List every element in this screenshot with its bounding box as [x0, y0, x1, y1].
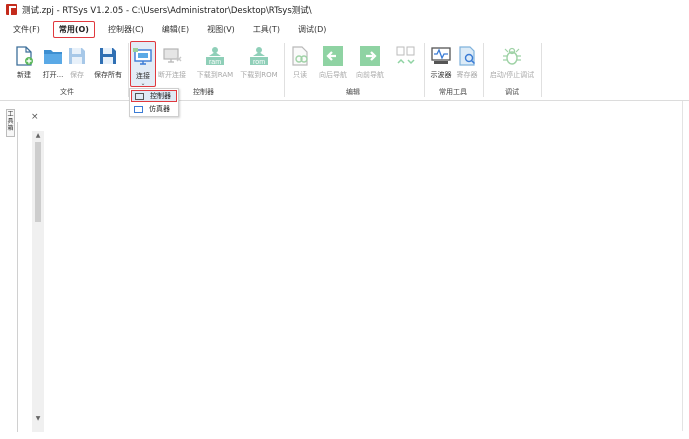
toolbox-tab[interactable]: 工具箱 — [6, 109, 15, 137]
start-stop-debug-button[interactable]: 启动/停止调试 — [486, 41, 538, 85]
app-logo-icon — [6, 4, 17, 15]
ribbon-toolbar: 新建 打开... 保存 保存所有 文件 连接 ⌄ 断开连接 ram 下载到RAM… — [0, 39, 689, 101]
oscilloscope-icon — [430, 45, 452, 67]
open-folder-icon — [42, 45, 64, 67]
group-separator — [483, 43, 484, 97]
register-button-label: 寄存器 — [456, 71, 478, 79]
undo-redo-icon — [395, 45, 417, 67]
connect-button[interactable]: 连接 ⌄ — [130, 41, 156, 87]
oscilloscope-button-label: 示波器 — [430, 71, 452, 79]
rom-icon-text: rom — [253, 59, 265, 66]
group-label-edit: 编辑 — [346, 88, 360, 96]
arrow-left-icon — [322, 45, 344, 67]
dropdown-item-controller-label: 控制器 — [150, 92, 171, 100]
title-bar: 测试.zpj - RTSys V1.2.05 - C:\Users\Admini… — [0, 0, 689, 19]
group-label-file: 文件 — [60, 88, 74, 96]
download-rom-button[interactable]: rom 下载到ROM — [238, 41, 280, 85]
connect-dropdown-menu: 控制器 仿真器 — [129, 88, 179, 117]
menu-tools[interactable]: 工具(T) — [248, 22, 285, 37]
save-all-button[interactable]: 保存所有 — [91, 41, 125, 85]
scroll-down-icon[interactable]: ▼ — [32, 414, 44, 424]
start-stop-debug-button-label: 启动/停止调试 — [489, 71, 535, 79]
download-rom-icon: rom — [248, 45, 270, 67]
scroll-up-icon[interactable]: ▲ — [32, 131, 44, 141]
group-separator — [424, 43, 425, 97]
nav-forward-button[interactable]: 向前导航 — [352, 41, 388, 85]
group-label-debug: 调试 — [505, 88, 519, 96]
find-button[interactable]: 只读 — [290, 41, 310, 85]
disconnect-button-label: 断开连接 — [158, 71, 186, 79]
workspace-edge — [682, 101, 683, 431]
panel-divider — [17, 122, 18, 432]
close-icon[interactable]: × — [31, 112, 39, 122]
download-ram-button[interactable]: ram 下载到RAM — [194, 41, 236, 85]
menu-view[interactable]: 视图(V) — [202, 22, 240, 37]
find-document-icon — [289, 45, 311, 67]
nav-forward-button-label: 向前导航 — [356, 71, 384, 79]
dropdown-item-controller[interactable]: 控制器 — [131, 90, 177, 102]
bug-icon — [501, 45, 523, 67]
save-icon — [66, 45, 88, 67]
find-button-label: 只读 — [293, 71, 307, 79]
nav-back-button-label: 向后导航 — [319, 71, 347, 79]
toolbox-panel: 工具箱 × ▲ ▼ — [6, 107, 44, 432]
arrow-right-icon — [359, 45, 381, 67]
download-ram-button-label: 下载到RAM — [196, 71, 234, 79]
group-label-tools: 常用工具 — [439, 88, 467, 96]
save-all-icon — [97, 45, 119, 67]
menu-file[interactable]: 文件(F) — [8, 22, 45, 37]
window-title: 测试.zpj - RTSys V1.2.05 - C:\Users\Admini… — [22, 5, 312, 16]
download-ram-icon: ram — [204, 45, 226, 67]
connect-monitor-icon — [132, 46, 154, 68]
dropdown-item-simulator-label: 仿真器 — [149, 105, 170, 113]
simulator-icon — [134, 105, 143, 113]
disconnect-button[interactable]: 断开连接 — [156, 41, 188, 85]
group-separator — [284, 43, 285, 97]
menu-controller[interactable]: 控制器(C) — [103, 22, 149, 37]
save-all-button-label: 保存所有 — [94, 71, 122, 79]
menu-edit[interactable]: 编辑(E) — [157, 22, 194, 37]
open-button-label: 打开... — [42, 71, 64, 79]
group-label-controller: 控制器 — [193, 88, 214, 96]
save-button-label: 保存 — [70, 71, 84, 79]
controller-icon — [135, 92, 144, 100]
menu-common[interactable]: 常用(O) — [52, 20, 95, 38]
undo-redo-button[interactable] — [392, 41, 420, 85]
new-button[interactable]: 新建 — [11, 41, 37, 85]
disconnect-monitor-icon — [161, 45, 183, 67]
menu-bar: 文件(F) 常用(O) 控制器(C) 编辑(E) 视图(V) 工具(T) 调试(… — [0, 19, 689, 39]
oscilloscope-button[interactable]: 示波器 — [428, 41, 454, 85]
dropdown-item-simulator[interactable]: 仿真器 — [131, 103, 177, 115]
register-icon — [456, 45, 478, 67]
scrollbar-thumb[interactable] — [35, 142, 41, 222]
save-button[interactable]: 保存 — [66, 41, 88, 85]
open-button[interactable]: 打开... — [40, 41, 66, 85]
register-button[interactable]: 寄存器 — [455, 41, 479, 85]
group-separator — [541, 43, 542, 97]
download-rom-button-label: 下载到ROM — [240, 71, 278, 79]
menu-debug[interactable]: 调试(D) — [293, 22, 331, 37]
vertical-scrollbar[interactable]: ▲ ▼ — [32, 131, 44, 432]
nav-back-button[interactable]: 向后导航 — [315, 41, 351, 85]
ram-icon-text: ram — [209, 59, 221, 66]
new-file-icon — [13, 45, 35, 67]
new-button-label: 新建 — [17, 71, 31, 79]
chevron-down-icon: ⌄ — [140, 80, 146, 87]
